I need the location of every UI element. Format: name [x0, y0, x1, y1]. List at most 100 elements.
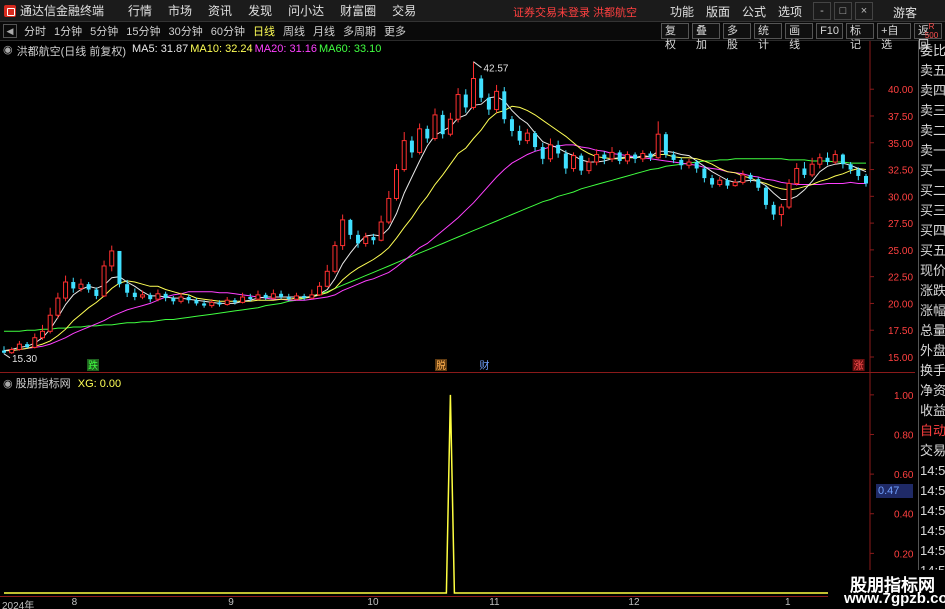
- candle-body-up: [655, 133, 661, 159]
- candle-body-down: [671, 154, 676, 160]
- menu-item-2[interactable]: 资讯: [200, 2, 240, 19]
- indicator-legend: ◉ 股朋指标网 XG: 0.00: [3, 375, 121, 391]
- collapse-arrow-icon[interactable]: ◀: [3, 24, 17, 38]
- candle-body-up: [63, 281, 69, 299]
- candle-body-up: [594, 154, 600, 163]
- quote-panel: 委比 卖五 卖四 卖三 卖二 卖一 买一 买二 买三 买四 买五 现价 涨跌 涨幅 总量 外盘 换手 净资 收益 自动…: [918, 41, 945, 598]
- period-tab-9[interactable]: 多周期: [339, 23, 380, 39]
- price-tick-label: 30.00: [888, 192, 913, 203]
- right-menu-item-2[interactable]: 公式: [736, 3, 772, 20]
- tool-button-4[interactable]: 画线: [785, 23, 814, 51]
- candle-body-down: [771, 204, 776, 215]
- candle-body-up: [47, 314, 53, 332]
- candle-body-up: [740, 174, 746, 183]
- quote-label-24: 14:56: [920, 523, 945, 538]
- period-tab-4[interactable]: 30分钟: [165, 23, 207, 39]
- quote-label-23: 14:56: [920, 503, 945, 518]
- indicator-panel[interactable]: 1.00 0.80 0.60 0.40 0.20 ◉ 股朋指标网 XG: 0.00: [0, 372, 915, 597]
- period-tab-5[interactable]: 60分钟: [207, 23, 249, 39]
- period-tab-6[interactable]: 日线: [249, 23, 279, 39]
- indicator-svg: 1.00 0.80 0.60 0.40 0.20: [4, 373, 914, 597]
- right-menu-item-1[interactable]: 版面: [700, 3, 736, 20]
- candle-body-down: [248, 297, 253, 300]
- candle-body-down: [2, 350, 6, 353]
- price-tick-label: 15.00: [888, 353, 913, 364]
- period-tab-3[interactable]: 15分钟: [122, 23, 164, 39]
- indicator-tick-label-4: 0.20: [894, 549, 914, 560]
- quote-label-2: 卖四: [920, 83, 945, 98]
- candle-body-down: [232, 300, 237, 303]
- tool-button-7[interactable]: +自选: [877, 23, 911, 51]
- right-menu-item-3[interactable]: 选项: [772, 3, 808, 20]
- candle-body-down: [756, 179, 761, 188]
- timeline-label-4: 11: [489, 597, 500, 608]
- period-tab-0[interactable]: 分时: [20, 23, 50, 39]
- legend-dropdown-icon[interactable]: ◉: [3, 43, 13, 59]
- candle-body-down: [502, 91, 507, 120]
- candlestick-chart[interactable]: 40.00 37.50 35.00 32.50 30.00 27.50 25.00 22.50…: [0, 41, 915, 372]
- period-tab-1[interactable]: 1分钟: [50, 23, 86, 39]
- period-tab-7[interactable]: 周线: [279, 23, 309, 39]
- candle-body-down: [302, 295, 307, 299]
- candle-body-down: [409, 140, 414, 153]
- candle-body-down: [194, 300, 199, 304]
- candle-body-up: [32, 337, 38, 348]
- candle-body-down: [825, 157, 830, 163]
- timeline-label-5: 12: [628, 597, 640, 608]
- tool-button-2[interactable]: 多股: [723, 23, 752, 51]
- candle-body-up: [470, 77, 476, 108]
- candle-body-down: [702, 168, 707, 179]
- candle-body-up: [178, 296, 184, 302]
- high-price-label: 42.57: [483, 64, 508, 75]
- low-pointer: [3, 353, 11, 359]
- event-marker-1: 脱: [436, 359, 446, 372]
- candle-body-up: [363, 236, 369, 244]
- timeline-label-1: 8: [71, 597, 78, 608]
- trade-status[interactable]: 证券交易未登录 洪都航空: [513, 4, 637, 20]
- price-tick-label: 17.50: [888, 326, 913, 337]
- candle-body-down: [563, 153, 568, 169]
- candle-body-up: [794, 167, 800, 184]
- quote-label-5: 卖一: [920, 143, 945, 158]
- candle-body-up: [140, 294, 146, 298]
- candle-body-up: [494, 90, 500, 111]
- main-menu: 行情 市场 资讯 发现 问小达 财富圈 交易: [120, 2, 424, 19]
- candle-body-up: [401, 140, 407, 171]
- right-menu-item-0[interactable]: 功能: [664, 3, 700, 20]
- menu-item-1[interactable]: 市场: [160, 2, 200, 19]
- candle-body-up: [817, 157, 823, 165]
- maximize-icon[interactable]: □: [834, 2, 852, 20]
- timeline-label-6: 1: [785, 597, 791, 608]
- period-tab-10[interactable]: 更多: [380, 23, 410, 39]
- tool-button-1[interactable]: 叠加: [692, 23, 721, 51]
- period-tab-2[interactable]: 5分钟: [86, 23, 122, 39]
- ma-legend-item-2: MA20: 31.16: [254, 43, 318, 55]
- candle-body-down: [617, 152, 622, 161]
- tool-button-6[interactable]: 标记: [846, 23, 875, 51]
- candle-body-up: [39, 330, 45, 339]
- period-tab-8[interactable]: 月线: [309, 23, 339, 39]
- menu-item-5[interactable]: 财富圈: [332, 2, 384, 19]
- close-icon[interactable]: ×: [855, 2, 873, 20]
- candle-body-up: [9, 349, 15, 354]
- tool-button-0[interactable]: 复权: [661, 23, 690, 51]
- candle-body-up: [309, 294, 315, 299]
- indicator-dropdown-icon[interactable]: ◉: [3, 378, 13, 390]
- quote-label-9: 买四: [920, 223, 945, 238]
- candle-body-up: [340, 219, 346, 247]
- candle-body-down: [748, 174, 753, 180]
- indicator-tick-label-1: 0.80: [894, 430, 914, 441]
- menu-item-0[interactable]: 行情: [120, 2, 160, 19]
- candle-body-up: [624, 154, 630, 162]
- menu-item-4[interactable]: 问小达: [280, 2, 332, 19]
- candle-body-down: [440, 114, 445, 135]
- candle-body-down: [94, 289, 99, 296]
- tool-button-3[interactable]: 统计: [754, 23, 783, 51]
- tool-button-5[interactable]: F10: [816, 23, 844, 39]
- minimize-icon[interactable]: -: [813, 2, 831, 20]
- guest-login[interactable]: 游客: [893, 4, 917, 21]
- menu-item-3[interactable]: 发现: [240, 2, 280, 19]
- price-tick-label: 40.00: [888, 85, 913, 96]
- menu-item-6[interactable]: 交易: [384, 2, 424, 19]
- quote-label-25: 14:56: [920, 543, 945, 558]
